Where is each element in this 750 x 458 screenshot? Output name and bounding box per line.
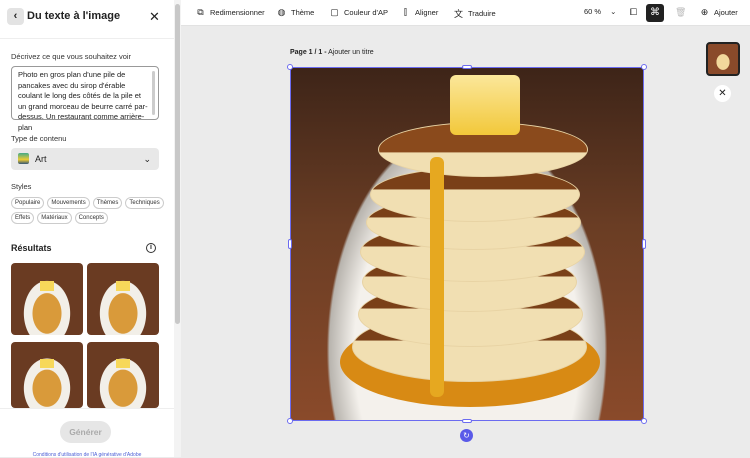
style-chip-populaire[interactable]: Populaire (11, 197, 45, 209)
scrollbar-thumb[interactable] (175, 4, 180, 324)
resize-label: Redimensionner (210, 8, 265, 17)
style-chip-themes[interactable]: Thèmes (92, 197, 123, 209)
resize-handle[interactable] (287, 64, 293, 70)
align-label: Aligner (415, 8, 439, 17)
selection-frame (290, 67, 644, 421)
art-icon (18, 153, 29, 164)
result-image-4[interactable] (87, 342, 159, 408)
panel-footer: Générer Conditions d'utilisation de l'IA… (0, 408, 174, 458)
generate-button[interactable]: Générer (60, 421, 111, 443)
align-icon: ⫿ (404, 7, 407, 17)
style-chip-effets[interactable]: Effets (11, 212, 35, 224)
add-button[interactable]: ⊕ Ajouter (699, 7, 738, 18)
resize-handle[interactable] (462, 65, 472, 69)
close-icon[interactable]: ✕ (149, 9, 160, 25)
page-number: Page 1 / 1 - (290, 49, 327, 56)
layers-button[interactable]: ⧠ (628, 7, 639, 18)
resize-handle[interactable] (287, 418, 293, 424)
panel-scrollbar[interactable] (174, 0, 181, 457)
bg-color-button[interactable]: ▢ Couleur d'AP (329, 7, 388, 18)
add-label: Ajouter (714, 8, 738, 17)
resize-icon: ⧉ (197, 7, 204, 17)
info-icon[interactable]: i (146, 243, 156, 253)
layers-icon: ⧠ (629, 7, 638, 17)
plus-circle-icon: ⊕ (700, 7, 709, 17)
palette-icon: ◍ (277, 7, 286, 17)
zoom-value: 60 % (584, 7, 602, 16)
close-icon[interactable]: ✕ (714, 85, 731, 102)
result-image-2[interactable] (87, 263, 159, 335)
content-type-dropdown[interactable]: Art ⌄ (11, 148, 159, 170)
resize-handle[interactable] (288, 239, 292, 249)
resize-handle[interactable] (642, 239, 646, 249)
style-chip-techniques[interactable]: Techniques (125, 197, 164, 209)
text-to-image-panel: ‹ Du texte à l'image ✕ Décrivez ce que v… (0, 0, 174, 458)
back-button[interactable]: ‹ (7, 8, 24, 25)
panel-title: Du texte à l'image (27, 10, 121, 22)
prompt-text: Photo en gros plan d'une pile de pancake… (18, 70, 148, 132)
translate-button[interactable]: 文 Traduire (453, 7, 496, 20)
top-toolbar: ⧉ Redimensionner ◍ Thème ▢ Couleur d'AP ⫿ Al… (181, 0, 750, 26)
content-type-value: Art (35, 154, 47, 164)
theme-label: Thème (291, 8, 315, 17)
textarea-scrollbar[interactable] (152, 71, 155, 115)
styles-label: Styles (11, 182, 32, 191)
style-chip-mouvements[interactable]: Mouvements (47, 197, 90, 209)
translate-label: Traduire (468, 9, 496, 18)
resize-handle[interactable] (462, 419, 472, 423)
square-icon: ▢ (330, 7, 339, 17)
select-mode-button[interactable]: ⌘ (646, 4, 664, 22)
prompt-textarea[interactable]: Photo en gros plan d'une pile de pancake… (11, 66, 159, 132)
style-chip-materiaux[interactable]: Matériaux (37, 212, 72, 224)
page-title-input[interactable]: Ajouter un titre (328, 49, 374, 56)
translate-icon: 文 (453, 9, 463, 19)
resize-handle[interactable] (641, 418, 647, 424)
rotate-icon[interactable]: ↻ (460, 429, 473, 442)
result-image-3[interactable] (11, 342, 83, 408)
delete-button[interactable]: 🗑 (675, 7, 686, 18)
selection-icon: ⌘ (650, 7, 660, 18)
results-heading: Résultats (11, 243, 52, 253)
theme-button[interactable]: ◍ Thème (276, 7, 315, 18)
zoom-dropdown[interactable]: 60 % ⌄ (584, 7, 616, 16)
chevron-down-icon: ⌄ (610, 7, 617, 16)
resize-handle[interactable] (641, 64, 647, 70)
page-thumbnail[interactable] (706, 42, 740, 76)
align-button[interactable]: ⫿ Aligner (400, 7, 438, 18)
terms-link[interactable]: Conditions d'utilisation de l'IA générat… (0, 452, 174, 458)
content-type-label: Type de contenu (11, 134, 67, 143)
prompt-label: Décrivez ce que vous souhaitez voir (11, 52, 132, 61)
chevron-down-icon: ⌄ (143, 154, 151, 164)
style-chip-concepts[interactable]: Concepts (74, 212, 108, 224)
trash-icon: 🗑 (675, 7, 687, 17)
bg-color-label: Couleur d'AP (344, 8, 388, 17)
resize-button[interactable]: ⧉ Redimensionner (195, 7, 265, 18)
result-image-1[interactable] (11, 263, 83, 335)
divider (0, 38, 174, 39)
page-label[interactable]: Page 1 / 1 - Ajouter un titre (290, 49, 374, 56)
